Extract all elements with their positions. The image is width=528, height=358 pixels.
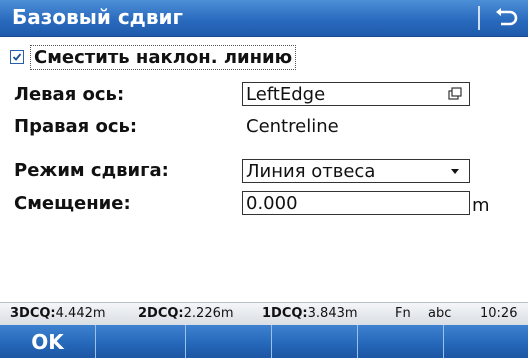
back-arrow-icon	[496, 8, 518, 26]
status-fn[interactable]: Fn	[395, 306, 411, 321]
status-input-mode[interactable]: abc	[428, 306, 451, 321]
offset-value: 0.000	[246, 192, 298, 214]
softkey-5[interactable]	[358, 325, 444, 358]
left-axis-label: Левая ось:	[14, 84, 125, 105]
status-2dcq-value: 2.226m	[183, 306, 234, 321]
status-3dcq-value: 4.442m	[55, 306, 106, 321]
offset-mode-label: Режим сдвига:	[14, 160, 169, 181]
tilt-line-checkbox-label: Сместить наклон. линию	[30, 44, 297, 70]
title-bar: Базовый сдвиг	[0, 0, 528, 37]
status-3dcq-label: 3DCQ:	[10, 306, 56, 321]
offset-mode-value: Линия отвеса	[246, 160, 376, 182]
status-2dcq: 2DCQ:2.226m	[138, 306, 234, 321]
offset-unit: m	[472, 195, 490, 216]
softkey-6[interactable]	[444, 325, 528, 358]
softkey-3[interactable]	[186, 325, 272, 358]
right-axis-value: Centreline	[246, 116, 339, 137]
softkey-4[interactable]	[272, 325, 358, 358]
tilt-line-checkbox-row[interactable]: Сместить наклон. линию	[10, 44, 297, 70]
window-title: Базовый сдвиг	[12, 5, 183, 29]
picker-icon[interactable]	[447, 87, 463, 101]
softkey-2[interactable]	[96, 325, 186, 358]
checkmark-icon	[12, 53, 22, 61]
status-1dcq-label: 1DCQ:	[262, 306, 308, 321]
status-3dcq: 3DCQ:4.442m	[10, 306, 106, 321]
offset-mode-dropdown[interactable]: Линия отвеса	[242, 159, 470, 183]
back-button[interactable]	[486, 2, 526, 34]
status-1dcq-value: 3.843m	[307, 306, 358, 321]
left-axis-value: LeftEdge	[246, 83, 326, 105]
right-axis-label: Правая ось:	[14, 116, 138, 137]
tilt-line-checkbox[interactable]	[10, 50, 24, 64]
status-time: 10:26	[480, 306, 518, 321]
ok-softkey[interactable]: OK	[0, 325, 96, 358]
status-bar: 3DCQ:4.442m 2DCQ:2.226m 1DCQ:3.843m Fn a…	[0, 302, 528, 325]
dropdown-arrow-icon	[451, 169, 459, 174]
status-2dcq-label: 2DCQ:	[138, 306, 184, 321]
title-separator	[478, 6, 480, 30]
status-1dcq: 1DCQ:3.843m	[262, 306, 358, 321]
left-axis-field[interactable]: LeftEdge	[242, 82, 470, 106]
softkey-bar: OK	[0, 325, 528, 358]
offset-input[interactable]: 0.000	[242, 191, 470, 215]
offset-label: Смещение:	[14, 193, 131, 214]
